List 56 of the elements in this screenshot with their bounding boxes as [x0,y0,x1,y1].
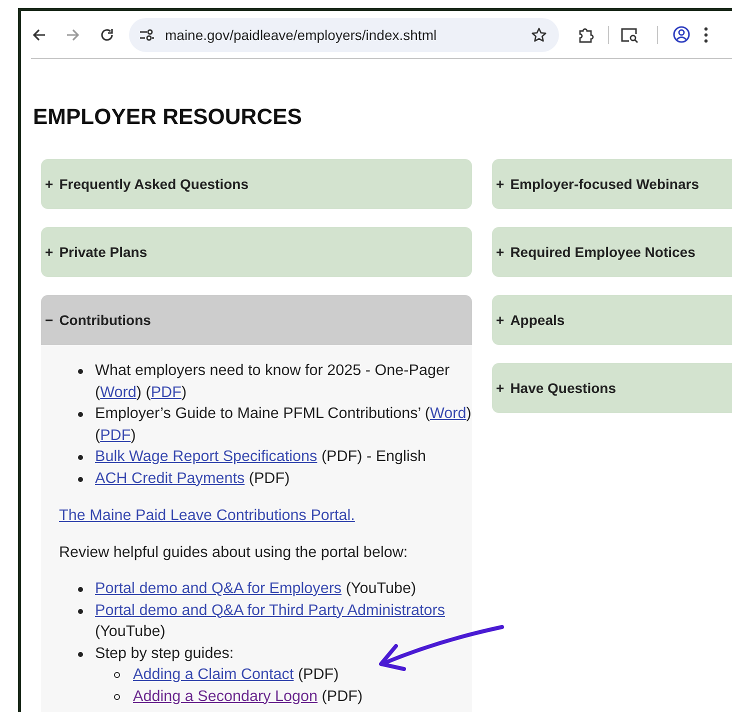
list-item-text: Employer’s Guide to Maine PFML Contributions’ (Word) (PDF) [95,405,472,444]
accordion-header[interactable]: + Appeals [492,295,732,345]
plus-icon: + [496,176,504,192]
accordion-header[interactable]: + Frequently Asked Questions [41,159,472,209]
plus-icon: + [496,380,504,396]
bullet-icon [78,476,83,482]
plus-icon: + [45,244,54,260]
link[interactable]: PDF [100,426,131,444]
list-item-text: Adding a Secondary Logon (PDF) [133,688,363,704]
bullet-icon [78,412,83,417]
link[interactable]: Portal demo and Q&A for Third Party Administrators [95,602,445,618]
page-heading: EMPLOYER RESOURCES [33,104,303,130]
forward-icon[interactable] [66,28,80,42]
link[interactable]: ACH Credit Payments [95,470,245,486]
accordion-header[interactable]: + Required Employee Notices [492,227,732,277]
link[interactable]: Word [430,405,466,422]
list-item-text: Bulk Wage Report Specifications (PDF) - English [95,448,426,465]
link[interactable]: PDF [150,384,182,400]
link[interactable]: Bulk Wage Report Specifications [95,448,318,465]
plus-icon: + [496,244,504,260]
list-item-text: Adding a Claim Contact (PDF) [133,666,339,683]
paragraph-text: Review helpful guides about using the portal below: [59,544,408,560]
link[interactable]: Adding a Secondary Logon [133,688,318,704]
bullet-icon [78,587,83,592]
address-bar[interactable]: maine.gov/paidleave/employers/index.shtml [129,18,559,52]
link[interactable]: The Maine Paid Leave Contributions Portal. [59,507,355,524]
link[interactable]: Portal demo and Q&A for Employers [95,580,342,597]
site-settings-icon[interactable] [139,28,155,42]
circle-bullet-icon [114,672,120,678]
list-item-text: Portal demo and Q&A for Employers (YouTube) [95,580,416,597]
tab-search-icon[interactable] [621,26,639,42]
minus-icon: − [45,312,54,328]
list-item-text: Step by step guides: [95,644,234,662]
accordion-header[interactable]: + Private Plans [41,227,472,277]
plus-icon: + [45,176,54,192]
profile-icon[interactable] [673,26,690,43]
circle-bullet-icon [114,694,120,700]
list-item-text: Portal demo and Q&A for Third Party Administrators (YouTube) [95,602,445,640]
menu-icon[interactable] [704,26,708,42]
accordion-header[interactable]: − Contributions [41,295,472,345]
link[interactable]: Word [100,384,136,400]
list-item-text: What employers need to know for 2025 - One-Pager (Word) (PDF) [95,362,450,400]
plus-icon: + [496,312,504,328]
accordion-header[interactable]: + Have Questions [492,363,732,413]
url-text: maine.gov/paidleave/employers/index.shtml [165,26,438,42]
back-icon[interactable] [32,28,46,42]
bullet-icon [78,455,83,460]
extensions-icon[interactable] [578,26,594,42]
star-icon[interactable] [531,26,547,42]
link[interactable]: Adding a Claim Contact [133,666,294,683]
accordion-header[interactable]: + Employer-focused Webinars [492,159,732,209]
bullet-icon [78,652,83,656]
bullet-icon [78,608,83,614]
list-item-text: ACH Credit Payments (PDF) [95,470,290,486]
bullet-icon [78,369,83,374]
reload-icon[interactable] [100,28,114,42]
